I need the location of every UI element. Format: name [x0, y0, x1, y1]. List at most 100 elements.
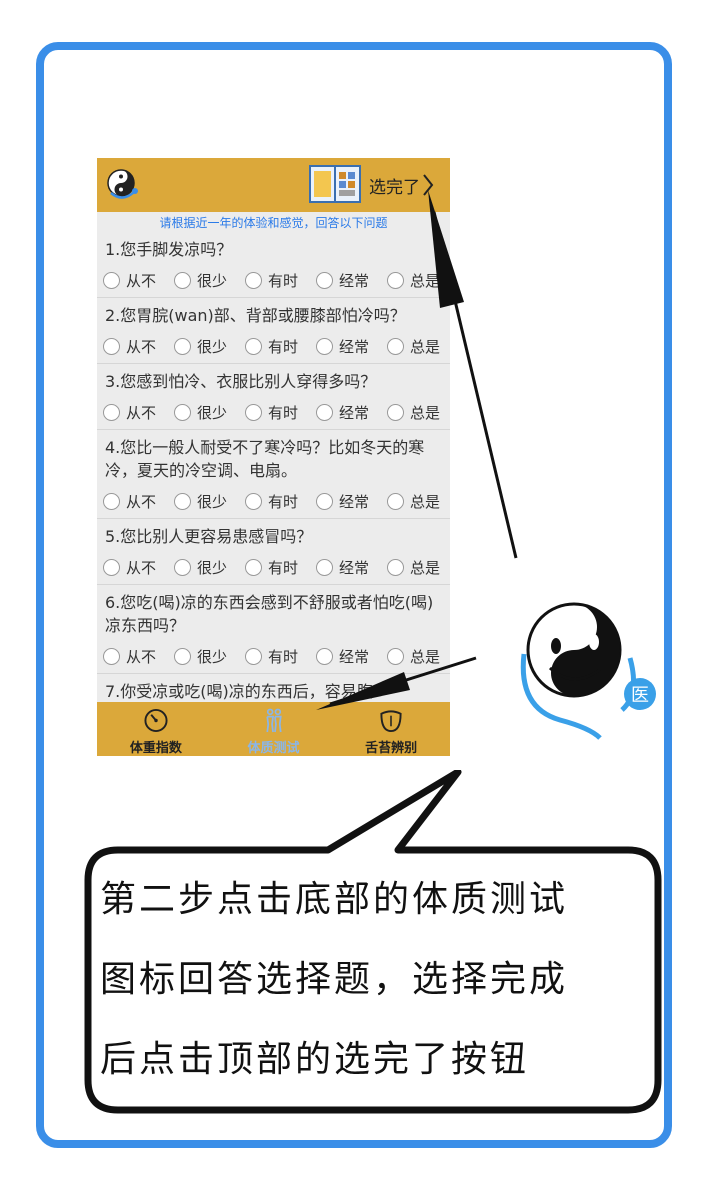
- answer-options: 从不 很少 有时 经常 总是: [97, 486, 450, 514]
- radio-circle-icon[interactable]: [387, 647, 404, 665]
- radio-option[interactable]: 总是: [387, 646, 450, 667]
- radio-circle-icon[interactable]: [316, 403, 333, 421]
- radio-circle-icon[interactable]: [174, 403, 191, 421]
- radio-option-label: 有时: [268, 271, 299, 290]
- radio-option-label: 总是: [410, 403, 441, 422]
- radio-option[interactable]: 有时: [245, 270, 316, 291]
- radio-option[interactable]: 很少: [174, 336, 245, 357]
- radio-option[interactable]: 很少: [174, 646, 245, 667]
- radio-circle-icon[interactable]: [103, 558, 120, 576]
- answer-options: 从不 很少 有时 经常 总是: [97, 552, 450, 580]
- radio-option-label: 有时: [268, 647, 299, 666]
- radio-circle-icon[interactable]: [174, 558, 191, 576]
- tab-constitution-test[interactable]: 体质测试: [215, 702, 333, 756]
- radio-circle-icon[interactable]: [245, 492, 262, 510]
- question-item: 5.您比别人更容易患感冒吗？ 从不 很少 有时 经常 总是: [97, 519, 450, 585]
- radio-circle-icon[interactable]: [245, 337, 262, 355]
- radio-option[interactable]: 经常: [316, 557, 387, 578]
- radio-option[interactable]: 从不: [103, 557, 174, 578]
- radio-circle-icon[interactable]: [245, 558, 262, 576]
- answer-options: 从不 很少 有时 经常 总是: [97, 331, 450, 359]
- radio-option[interactable]: 很少: [174, 557, 245, 578]
- question-list: 1.您手脚发凉吗？ 从不 很少 有时 经常 总是 2.您胃脘(wan)部、背部或腰膝部怕冷吗…: [97, 232, 450, 712]
- radio-option[interactable]: 从不: [103, 336, 174, 357]
- radio-circle-icon[interactable]: [103, 337, 120, 355]
- radio-option[interactable]: 从不: [103, 646, 174, 667]
- radio-option[interactable]: 从不: [103, 402, 174, 423]
- done-button[interactable]: 选完了: [369, 172, 434, 198]
- radio-option[interactable]: 很少: [174, 402, 245, 423]
- radio-option-label: 有时: [268, 403, 299, 422]
- radio-option[interactable]: 有时: [245, 646, 316, 667]
- radio-option-label: 从不: [126, 558, 157, 577]
- radio-option[interactable]: 经常: [316, 270, 387, 291]
- radio-circle-icon[interactable]: [387, 558, 404, 576]
- done-button-label: 选完了: [369, 177, 420, 198]
- radio-option-label: 从不: [126, 337, 157, 356]
- radio-circle-icon[interactable]: [174, 647, 191, 665]
- radio-option[interactable]: 经常: [316, 336, 387, 357]
- radio-option-label: 很少: [197, 647, 228, 666]
- radio-option-label: 总是: [410, 558, 441, 577]
- radio-option[interactable]: 经常: [316, 402, 387, 423]
- radio-option-label: 经常: [339, 647, 370, 666]
- radio-option-label: 很少: [197, 403, 228, 422]
- radio-option[interactable]: 总是: [387, 557, 450, 578]
- radio-option[interactable]: 从不: [103, 270, 174, 291]
- bubble-line: 图标回答选择题，选择完成: [100, 959, 569, 1000]
- radio-option-label: 有时: [268, 492, 299, 511]
- question-text: 2.您胃脘(wan)部、背部或腰膝部怕冷吗？: [105, 306, 406, 325]
- question-item: 1.您手脚发凉吗？ 从不 很少 有时 经常 总是: [97, 232, 450, 298]
- radio-option-label: 从不: [126, 647, 157, 666]
- yin-yang-icon: [107, 169, 138, 199]
- radio-option[interactable]: 经常: [316, 491, 387, 512]
- radio-circle-icon[interactable]: [103, 403, 120, 421]
- radio-circle-icon[interactable]: [316, 337, 333, 355]
- radio-circle-icon[interactable]: [174, 492, 191, 510]
- radio-option-label: 从不: [126, 492, 157, 511]
- radio-circle-icon[interactable]: [387, 337, 404, 355]
- radio-option[interactable]: 经常: [316, 646, 387, 667]
- answer-options: 从不 很少 有时 经常 总是: [97, 265, 450, 293]
- radio-option-label: 很少: [197, 492, 228, 511]
- radio-option[interactable]: 很少: [174, 270, 245, 291]
- question-text: 5.您比别人更容易患感冒吗？: [105, 527, 313, 546]
- radio-option[interactable]: 总是: [387, 402, 450, 423]
- radio-option-label: 有时: [268, 337, 299, 356]
- radio-circle-icon[interactable]: [245, 403, 262, 421]
- radio-option[interactable]: 从不: [103, 491, 174, 512]
- radio-circle-icon[interactable]: [316, 271, 333, 289]
- radio-circle-icon[interactable]: [316, 558, 333, 576]
- radio-option[interactable]: 有时: [245, 402, 316, 423]
- radio-option[interactable]: 总是: [387, 336, 450, 357]
- radio-option[interactable]: 总是: [387, 270, 450, 291]
- tab-tongue[interactable]: 舌苔辨别: [332, 702, 450, 756]
- radio-circle-icon[interactable]: [245, 647, 262, 665]
- radio-option[interactable]: 有时: [245, 491, 316, 512]
- radio-circle-icon[interactable]: [316, 492, 333, 510]
- radio-option-label: 总是: [410, 647, 441, 666]
- radio-option-label: 经常: [339, 337, 370, 356]
- answer-options: 从不 很少 有时 经常 总是: [97, 641, 450, 669]
- answer-options: 从不 很少 有时 经常 总是: [97, 397, 450, 425]
- radio-option-label: 从不: [126, 403, 157, 422]
- radio-circle-icon[interactable]: [174, 337, 191, 355]
- radio-circle-icon[interactable]: [245, 271, 262, 289]
- question-item: 2.您胃脘(wan)部、背部或腰膝部怕冷吗？ 从不 很少 有时 经常 总是: [97, 298, 450, 364]
- radio-circle-icon[interactable]: [174, 271, 191, 289]
- book-icon[interactable]: [309, 164, 361, 204]
- radio-option[interactable]: 有时: [245, 557, 316, 578]
- radio-option[interactable]: 很少: [174, 491, 245, 512]
- radio-option[interactable]: 有时: [245, 336, 316, 357]
- radio-circle-icon[interactable]: [387, 492, 404, 510]
- radio-circle-icon[interactable]: [387, 271, 404, 289]
- radio-circle-icon[interactable]: [316, 647, 333, 665]
- radio-circle-icon[interactable]: [103, 647, 120, 665]
- phone-screen: 选完了 请根据近一年的体验和感觉，回答以下问题 1.您手脚发凉吗？ 从不 很少 有时经…: [97, 158, 450, 756]
- radio-option[interactable]: 总是: [387, 491, 450, 512]
- radio-circle-icon[interactable]: [103, 271, 120, 289]
- radio-option-label: 总是: [410, 271, 441, 290]
- radio-circle-icon[interactable]: [103, 492, 120, 510]
- radio-circle-icon[interactable]: [387, 403, 404, 421]
- tab-bmi[interactable]: 体重指数: [97, 702, 215, 756]
